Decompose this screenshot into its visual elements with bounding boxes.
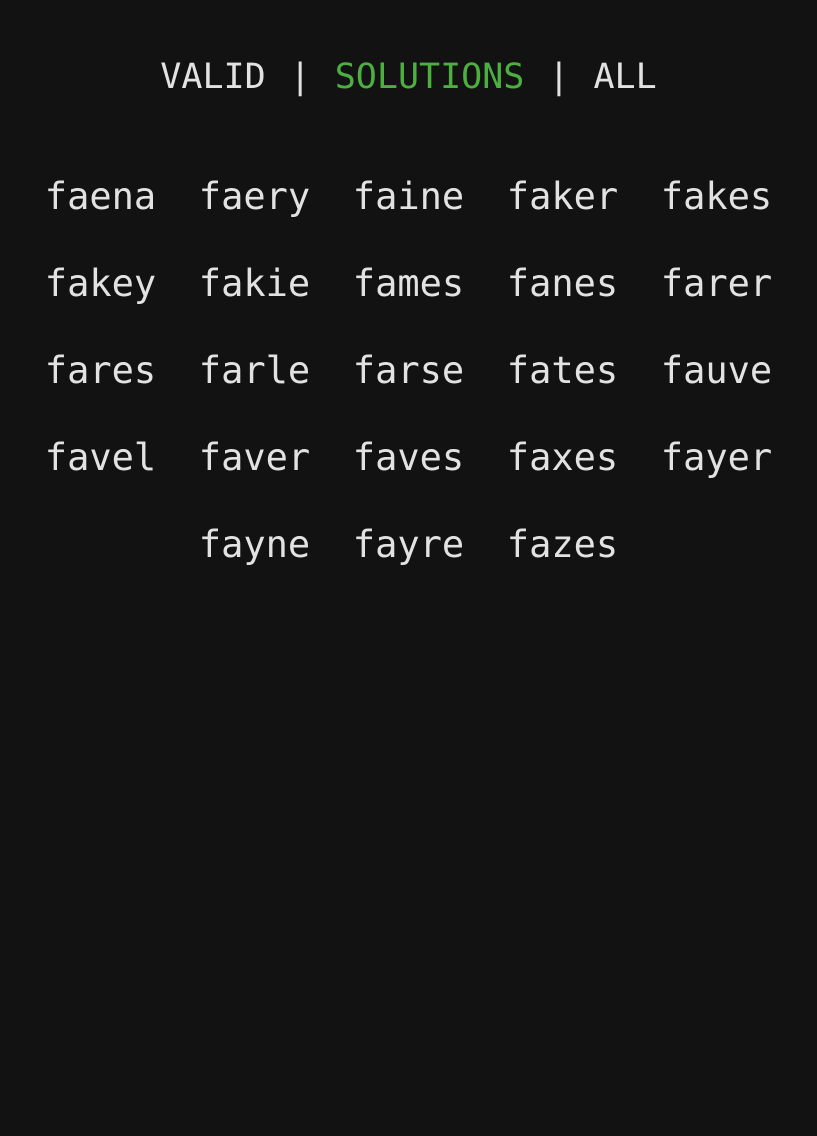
word-item[interactable]: fazes <box>486 522 640 609</box>
word-item[interactable]: fayne <box>178 522 332 609</box>
word-item[interactable]: fayer <box>640 435 794 522</box>
tab-separator: | <box>548 57 570 97</box>
tab-all[interactable]: ALL <box>593 57 656 97</box>
word-item[interactable]: faine <box>332 174 486 261</box>
word-item[interactable]: farse <box>332 348 486 435</box>
word-item[interactable]: faery <box>178 174 332 261</box>
word-item[interactable]: fakes <box>640 174 794 261</box>
word-item[interactable]: fanes <box>486 261 640 348</box>
word-item[interactable]: fauve <box>640 348 794 435</box>
word-item[interactable]: faves <box>332 435 486 522</box>
word-item[interactable]: farle <box>178 348 332 435</box>
word-item[interactable]: favel <box>24 435 178 522</box>
tab-solutions[interactable]: SOLUTIONS <box>335 57 525 97</box>
tab-separator: | <box>289 57 311 97</box>
word-item[interactable]: faxes <box>486 435 640 522</box>
word-item[interactable]: faver <box>178 435 332 522</box>
tab-valid[interactable]: VALID <box>160 57 265 97</box>
word-list: faena faery faine faker fakes fakey faki… <box>0 174 817 609</box>
word-item[interactable]: fakie <box>178 261 332 348</box>
word-item[interactable]: fates <box>486 348 640 435</box>
word-item[interactable]: faker <box>486 174 640 261</box>
word-item[interactable]: fares <box>24 348 178 435</box>
filter-tabs: VALID | SOLUTIONS | ALL <box>0 56 817 98</box>
word-item[interactable]: fakey <box>24 261 178 348</box>
word-item[interactable]: fayre <box>332 522 486 609</box>
word-item[interactable]: faena <box>24 174 178 261</box>
word-item[interactable]: fames <box>332 261 486 348</box>
word-item[interactable]: farer <box>640 261 794 348</box>
